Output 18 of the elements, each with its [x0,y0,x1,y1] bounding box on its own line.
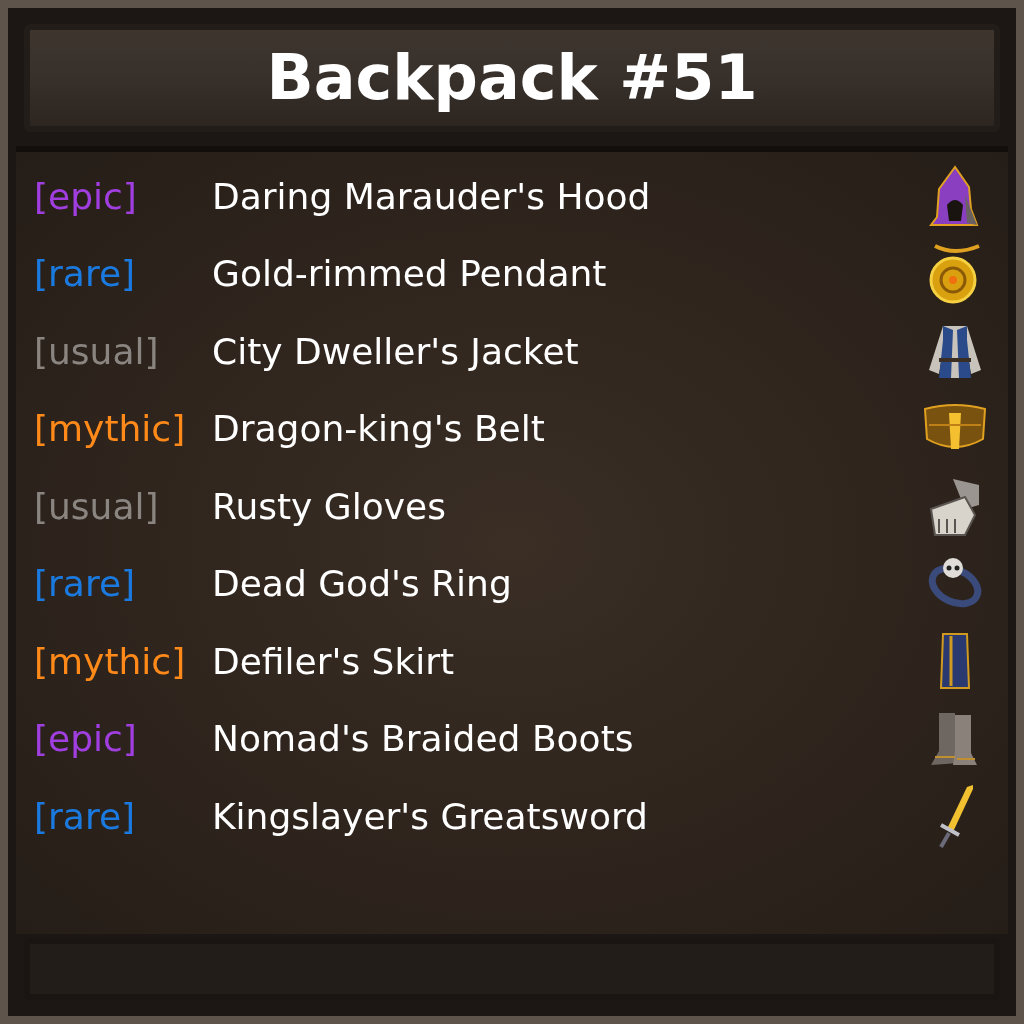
item-name[interactable]: Gold-rimmed Pendant [212,256,920,293]
rarity-label: [epic] [34,178,138,215]
item-name[interactable]: Rusty Gloves [212,488,920,525]
item-name[interactable]: Daring Marauder's Hood [212,178,920,215]
rarity-label: [usual] [34,488,160,525]
item-name[interactable]: Dead God's Ring [212,566,920,603]
rarity-label: [rare] [34,256,137,293]
rarity-label: [usual] [34,333,160,370]
rarity-label: [mythic] [34,643,187,680]
rarity-label: [rare] [34,566,137,603]
item-name[interactable]: Defiler's Skirt [212,643,920,680]
item-name[interactable]: Nomad's Braided Boots [212,721,920,758]
rarity-label: [rare] [34,798,137,835]
rarity-label: [mythic] [34,411,187,448]
item-name[interactable]: Kingslayer's Greatsword [212,798,920,835]
rarity-label: [epic] [34,721,138,758]
item-name[interactable]: City Dweller's Jacket [212,333,920,370]
item-name[interactable]: Dragon-king's Belt [212,411,920,448]
